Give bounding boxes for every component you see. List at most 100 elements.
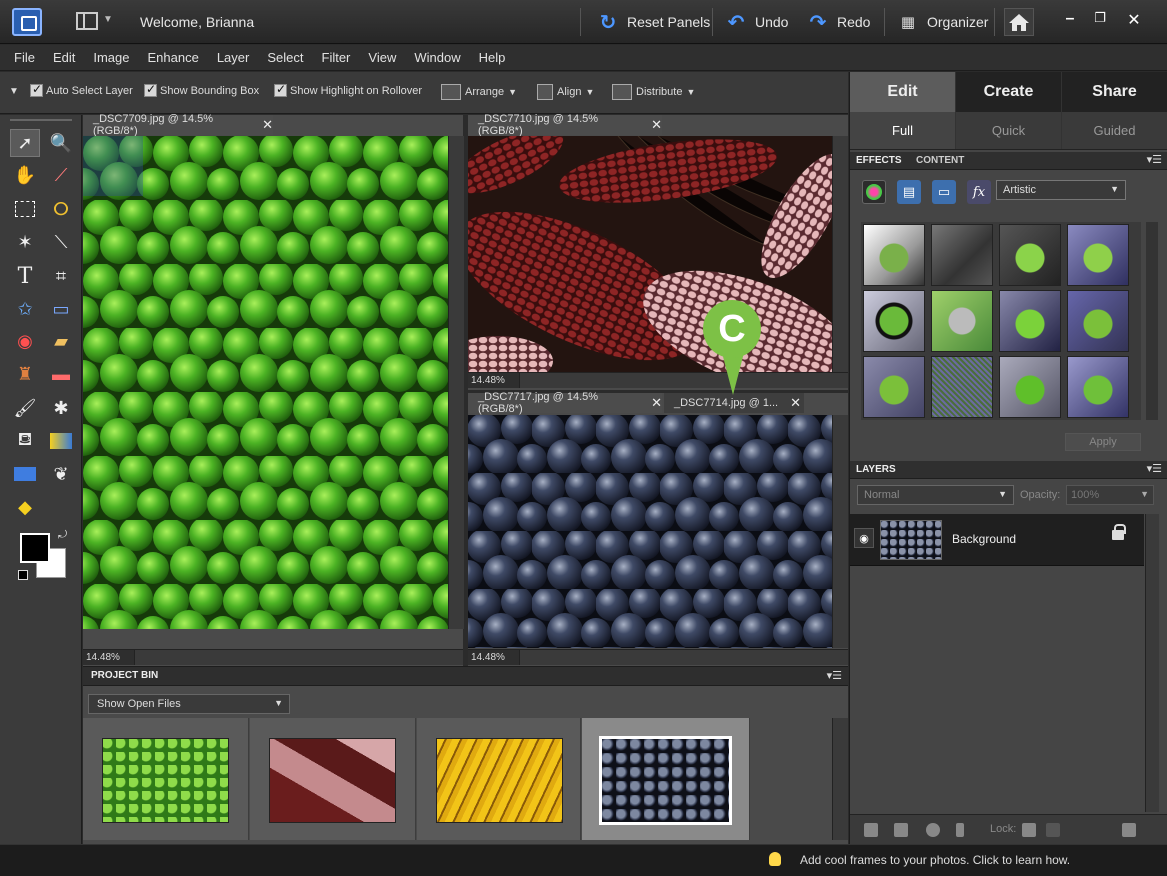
show-bounding-box-checkbox[interactable]: Show Bounding Box	[144, 82, 259, 97]
blend-mode-dropdown[interactable]: Normal ▼	[857, 485, 1014, 505]
menu-edit[interactable]: Edit	[53, 50, 75, 65]
layout-chevron-down-icon[interactable]: ▼	[103, 14, 113, 25]
horizontal-scrollbar[interactable]: 14.48%	[468, 372, 848, 388]
image-limes[interactable]	[83, 136, 448, 629]
eye-icon[interactable]: ◉	[854, 528, 874, 548]
swap-colors-icon[interactable]: ⤾	[58, 529, 67, 542]
tab-guided[interactable]: Guided	[1062, 112, 1167, 149]
panel-menu-icon[interactable]: ▾☰	[1147, 153, 1162, 166]
menu-view[interactable]: View	[368, 50, 396, 65]
organizer-button[interactable]: ▦ Organizer	[896, 9, 989, 35]
layer-row-background[interactable]: ◉ Background	[850, 514, 1144, 566]
menu-enhance[interactable]: Enhance	[148, 50, 199, 65]
fx-icon[interactable]: fx	[967, 180, 991, 204]
shape-tool-icon[interactable]	[10, 460, 40, 488]
effects-category-dropdown[interactable]: Artistic ▼	[996, 180, 1126, 200]
close-tab-icon[interactable]: ✕	[262, 117, 273, 133]
close-icon[interactable]: ✕	[1124, 10, 1144, 30]
foreground-color-swatch[interactable]	[20, 533, 50, 563]
lock-transparency-icon[interactable]	[1022, 823, 1036, 837]
healing-brush-tool-icon[interactable]: ▰	[46, 327, 76, 355]
panel-menu-icon[interactable]: ▾☰	[1147, 462, 1162, 475]
layer-styles-icon[interactable]: ▤	[897, 180, 921, 204]
tip-link[interactable]: Add cool frames to your photos. Click to…	[800, 853, 1070, 867]
effect-thumbnail[interactable]	[931, 356, 993, 418]
layer-mask-icon[interactable]	[894, 823, 908, 837]
tab-create[interactable]: Create	[956, 72, 1062, 112]
menu-window[interactable]: Window	[414, 50, 460, 65]
redo-button[interactable]: ↷ Redo	[806, 9, 871, 35]
vertical-scrollbar[interactable]	[448, 136, 464, 629]
effect-thumbnail[interactable]	[1067, 356, 1129, 418]
tab-content[interactable]: CONTENT	[916, 155, 964, 166]
close-tab-icon[interactable]: ✕	[651, 117, 662, 133]
effects-vertical-scrollbar[interactable]	[1146, 222, 1158, 420]
layout-icon[interactable]	[76, 12, 98, 30]
tab-quick[interactable]: Quick	[956, 112, 1062, 149]
effect-thumbnail[interactable]	[863, 224, 925, 286]
effect-thumbnail[interactable]	[1067, 290, 1129, 352]
zoom-tool-icon[interactable]: 🔍	[46, 129, 76, 157]
link-icon[interactable]	[956, 823, 964, 837]
effect-thumbnail[interactable]	[863, 356, 925, 418]
tab-full[interactable]: Full	[850, 112, 956, 149]
trash-icon[interactable]	[1122, 823, 1136, 837]
adjustment-layer-icon[interactable]	[926, 823, 940, 837]
effect-thumbnail[interactable]	[1067, 224, 1129, 286]
effect-thumbnail[interactable]	[999, 224, 1061, 286]
new-layer-icon[interactable]	[864, 823, 878, 837]
lasso-tool-icon[interactable]: ⵔ	[46, 195, 76, 223]
vertical-scrollbar[interactable]	[832, 136, 848, 372]
bin-thumbnail-corn[interactable]	[250, 718, 416, 840]
horizontal-scrollbar[interactable]: 14.48%	[468, 649, 848, 665]
tab-edit[interactable]: Edit	[850, 72, 956, 112]
horizontal-scrollbar[interactable]: 14.48%	[83, 649, 463, 665]
doc-tab-limes[interactable]: _DSC7709.jpg @ 14.5% (RGB/8*) ✕	[83, 113, 273, 137]
restore-icon[interactable]: ❐	[1090, 10, 1110, 30]
hand-tool-icon[interactable]: ✋	[10, 161, 40, 189]
sponge-tool-icon[interactable]: ◆	[10, 493, 40, 521]
apply-button[interactable]: Apply	[1065, 433, 1141, 451]
photo-effects-icon[interactable]: ▭	[932, 180, 956, 204]
quick-selection-tool-icon[interactable]: ⟍	[46, 228, 76, 256]
tab-share[interactable]: Share	[1062, 72, 1167, 112]
effect-thumbnail[interactable]	[999, 290, 1061, 352]
gradient-tool-icon[interactable]	[46, 427, 76, 455]
show-files-dropdown[interactable]: Show Open Files ▼	[88, 694, 290, 714]
doc-tab-bananas[interactable]: _DSC7714.jpg @ 1... ✕	[664, 393, 804, 413]
minimize-icon[interactable]: –	[1060, 10, 1080, 30]
vertical-scrollbar[interactable]	[832, 415, 848, 648]
effect-thumbnail[interactable]	[931, 224, 993, 286]
options-chevron-down-icon[interactable]: ▼	[9, 86, 19, 97]
auto-select-layer-checkbox[interactable]: Auto Select Layer	[30, 82, 133, 97]
bin-thumbnail-bananas[interactable]	[417, 718, 581, 840]
cookie-cutter-tool-icon[interactable]: ✩	[10, 295, 40, 323]
tab-effects[interactable]: EFFECTS	[856, 155, 902, 166]
close-tab-icon[interactable]: ✕	[651, 395, 662, 411]
bin-thumbnail-limes[interactable]	[83, 718, 249, 840]
effect-thumbnail[interactable]	[863, 290, 925, 352]
layers-vertical-scrollbar[interactable]	[1145, 514, 1159, 812]
eraser-tool-icon[interactable]: ▬	[46, 360, 76, 388]
undo-button[interactable]: ↶ Undo	[724, 9, 789, 35]
blur-tool-icon[interactable]: ❦	[46, 460, 76, 488]
smart-brush-tool-icon[interactable]: ✱	[46, 394, 76, 422]
menu-filter[interactable]: Filter	[322, 50, 351, 65]
distribute-dropdown[interactable]: Distribute ▼	[612, 84, 695, 100]
menu-file[interactable]: File	[14, 50, 35, 65]
reset-panels-button[interactable]: ↻ Reset Panels	[596, 9, 711, 35]
clone-stamp-tool-icon[interactable]: ♜	[10, 360, 40, 388]
doc-tab-corn[interactable]: _DSC7710.jpg @ 14.5% (RGB/8*) ✕	[468, 113, 662, 137]
show-highlight-checkbox[interactable]: Show Highlight on Rollover	[274, 82, 422, 97]
marquee-tool-icon[interactable]	[10, 195, 40, 223]
arrange-dropdown[interactable]: Arrange ▼	[441, 84, 517, 100]
crop-tool-icon[interactable]: ⌗	[46, 262, 76, 290]
paint-bucket-tool-icon[interactable]: ⛾	[10, 427, 40, 455]
align-dropdown[interactable]: Align ▼	[537, 84, 594, 100]
menu-select[interactable]: Select	[267, 50, 303, 65]
image-corn[interactable]	[468, 136, 832, 372]
filters-icon[interactable]	[862, 180, 886, 204]
bin-vertical-scrollbar[interactable]	[832, 718, 848, 840]
recompose-tool-icon[interactable]: ▭	[46, 295, 76, 323]
bin-thumbnail-blueberries[interactable]	[582, 718, 750, 840]
